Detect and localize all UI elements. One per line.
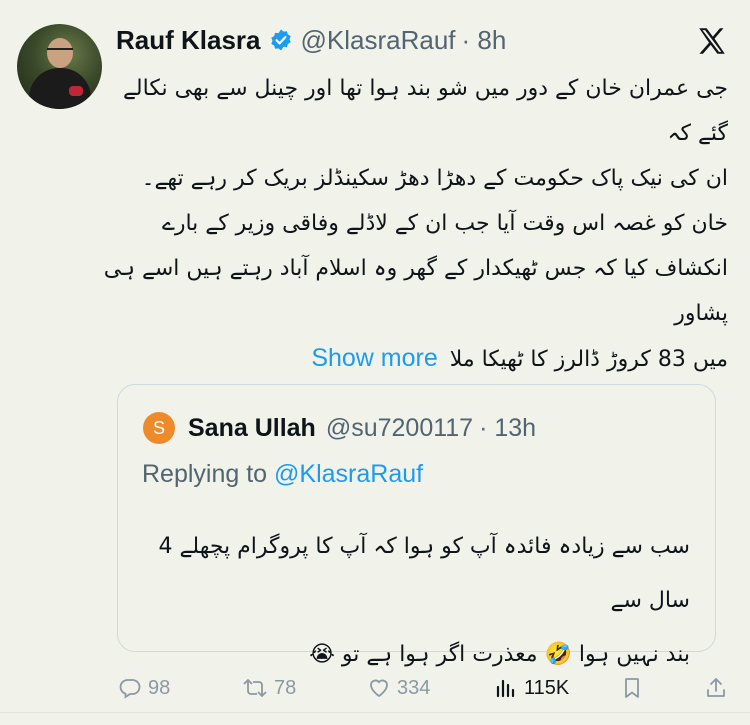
retweet-count: 78 [274, 676, 297, 699]
replying-to-mention[interactable]: @KlasraRauf [274, 460, 423, 488]
bottom-divider [0, 712, 750, 713]
views-button[interactable]: 115K [494, 670, 569, 706]
x-logo-icon[interactable] [695, 24, 729, 58]
reply-button[interactable]: 98 [118, 670, 170, 706]
replying-to: Replying to @KlasraRauf [142, 460, 423, 489]
share-button[interactable] [704, 670, 734, 706]
reply-count: 98 [148, 676, 171, 699]
tweet-line: انکشاف کیا کہ جس ٹھیکدار کے گھر وہ اسلام… [103, 256, 728, 326]
action-bar: 98 78 334 115K [0, 670, 750, 706]
views-chart-icon [496, 679, 515, 698]
like-count: 334 [397, 676, 431, 699]
tweet-time[interactable]: · 8h [462, 25, 507, 56]
tweet-header: Rauf Klasra @KlasraRauf · 8h [116, 22, 506, 58]
author-handle[interactable]: @KlasraRauf [301, 25, 456, 56]
show-more-link[interactable]: Show more [311, 344, 437, 372]
share-icon [707, 678, 725, 697]
retweet-icon [243, 679, 267, 697]
reply-icon [119, 679, 141, 699]
retweet-button[interactable]: 78 [242, 670, 296, 706]
quoted-tweet-time[interactable]: · 13h [479, 414, 536, 443]
author-name[interactable]: Rauf Klasra [116, 25, 261, 56]
author-avatar[interactable] [17, 24, 102, 109]
like-button[interactable]: 334 [367, 670, 430, 706]
tweet-body: جی عمران خان کے دور میں شو بند ہوا تھا ا… [100, 66, 728, 382]
views-count: 115K [524, 676, 570, 699]
replying-to-label: Replying to [142, 460, 268, 488]
tweet-line: میں 83 کروڑ ڈالرز کا ٹھیکا ملا [449, 347, 728, 372]
tweet-line: ان کی نیک پاک حکومت کے دھڑا دھڑ سکینڈلز … [141, 166, 728, 191]
bookmark-icon [625, 678, 639, 698]
tweet-line: خان کو غصہ اس وقت آیا جب ان کے لاڈلے وفا… [161, 211, 728, 236]
quoted-line: سب سے زیادہ فائدہ آپ کو ہوا کہ آپ کا پرو… [158, 534, 690, 613]
quoted-author-handle[interactable]: @su7200117 [326, 414, 473, 443]
tweet-line: جی عمران خان کے دور میں شو بند ہوا تھا ا… [123, 76, 728, 146]
quoted-tweet-body: سب سے زیادہ فائدہ آپ کو ہوا کہ آپ کا پرو… [140, 520, 690, 682]
quoted-author-name[interactable]: Sana Ullah [188, 414, 316, 443]
quoted-tweet-header: Sana Ullah @su7200117 · 13h [188, 410, 536, 446]
tweet-line-last: میں 83 کروڑ ڈالرز کا ٹھیکا ملا Show more [100, 336, 728, 382]
heart-icon [370, 679, 388, 698]
quoted-author-avatar[interactable]: S [143, 412, 175, 444]
bookmark-button[interactable] [620, 670, 650, 706]
verified-badge-icon [269, 28, 293, 52]
